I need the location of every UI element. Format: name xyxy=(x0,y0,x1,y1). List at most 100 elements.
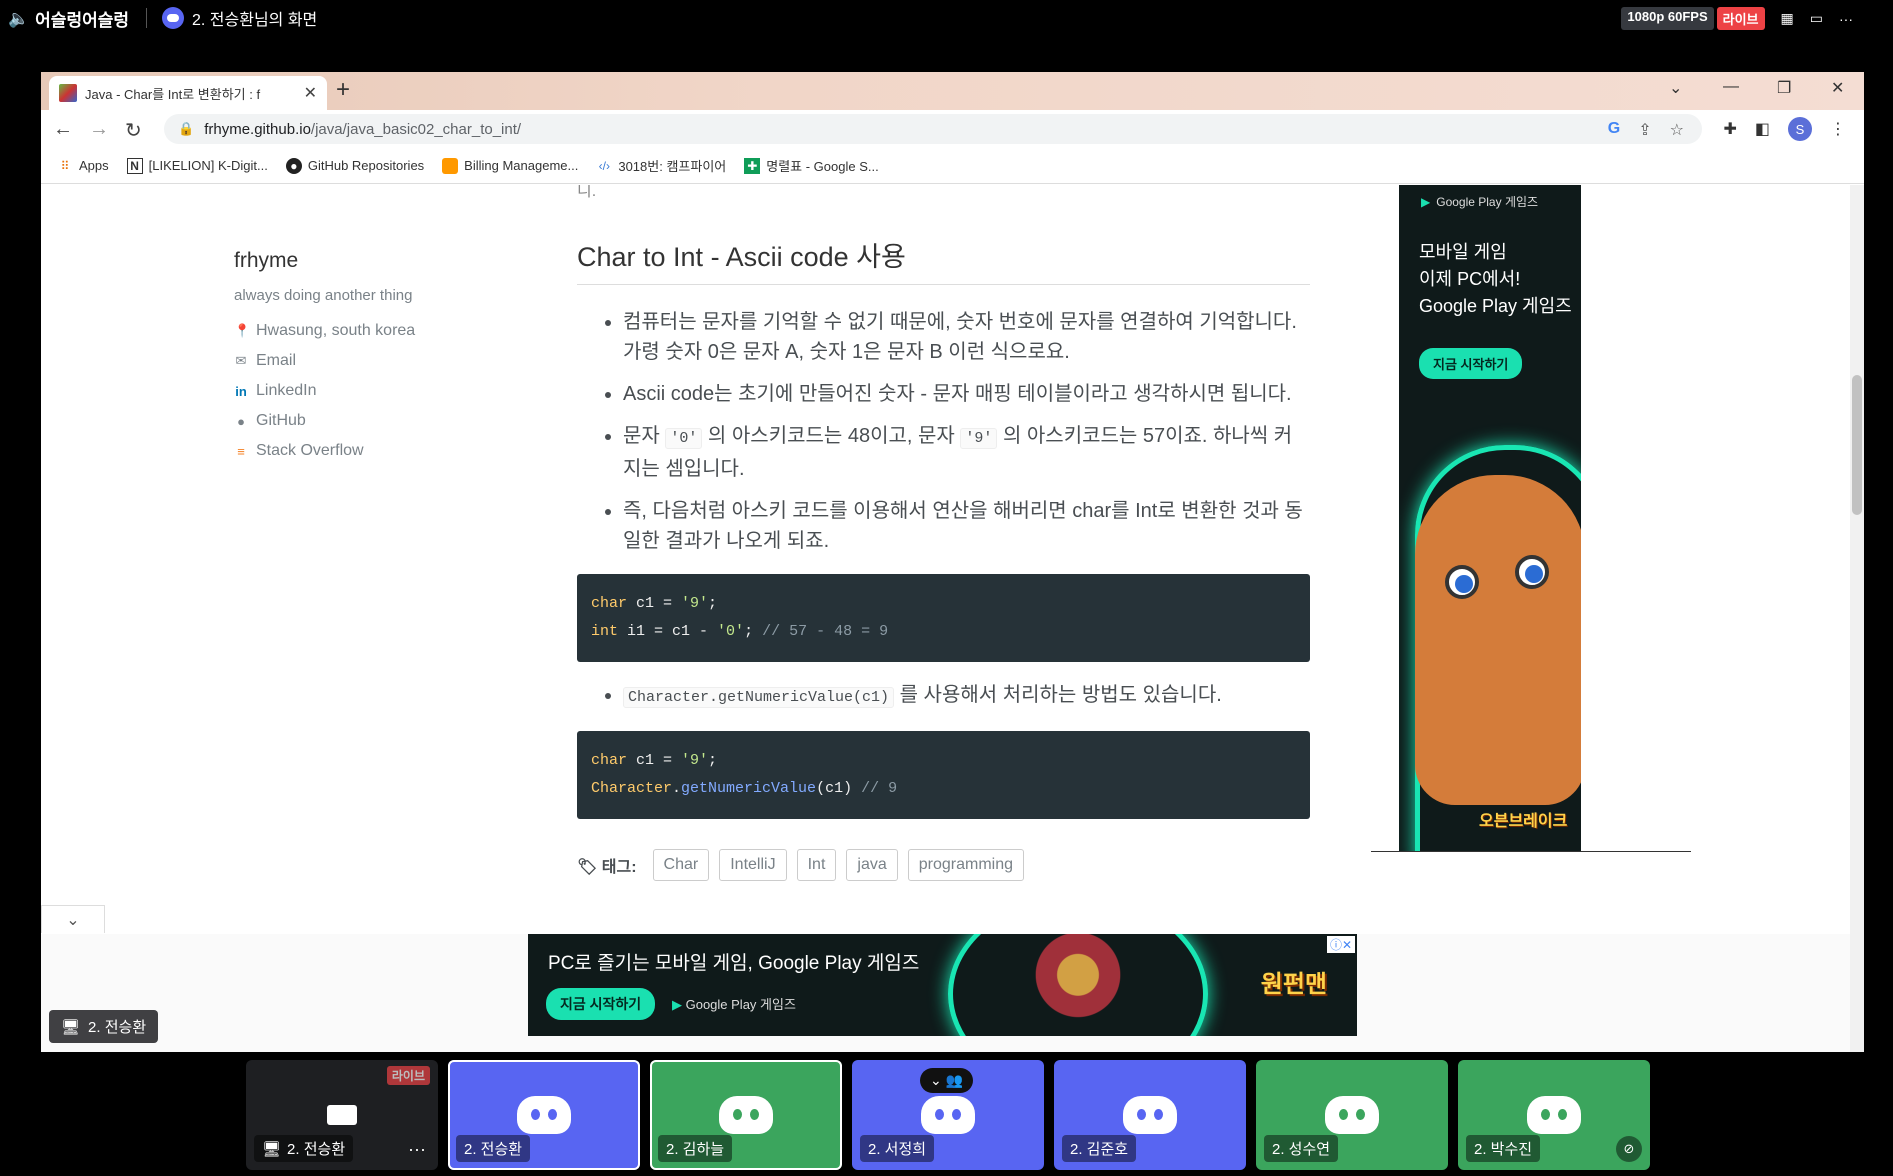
live-badge: 라이브 xyxy=(1716,7,1765,30)
list-item: 즉, 다음처럼 아스키 코드를 이용해서 연산을 해버리면 char를 Int로… xyxy=(623,496,1310,556)
discord-avatar-icon xyxy=(517,1096,571,1134)
participant-name: 🖥 2. 전승환 xyxy=(254,1135,354,1162)
collapse-ad-button[interactable]: ⌄ xyxy=(41,905,105,933)
participant-tile[interactable]: ⌄ 👥 2. 서정희 xyxy=(852,1060,1044,1170)
bookmark-sheets[interactable]: ✚ 명렬표 - Google S... xyxy=(744,156,879,175)
inline-code: '9' xyxy=(960,428,998,449)
side-panel-icon[interactable]: ◧ xyxy=(1755,119,1770,139)
discord-avatar-icon xyxy=(1123,1096,1177,1134)
bottom-ad-area: PC로 즐기는 모바일 게임, Google Play 게임즈 지금 시작하기 … xyxy=(41,934,1864,1052)
speaker-icon: 🔈 xyxy=(8,8,30,28)
participant-name: 2. 박수진 xyxy=(1466,1135,1541,1162)
participant-tile[interactable]: 2. 김준호 xyxy=(1054,1060,1246,1170)
code-block-numeric: char c1 = '9'; Character.getNumericValue… xyxy=(577,731,1310,819)
bullet-list: 컴퓨터는 문자를 기억할 수 없기 때문에, 숫자 번호에 문자를 연결하여 기… xyxy=(577,307,1310,556)
screen-title: 2. 전승환님의 화면 xyxy=(192,12,318,29)
bottom-ad-banner[interactable]: PC로 즐기는 모바일 게임, Google Play 게임즈 지금 시작하기 … xyxy=(528,934,1357,1036)
toolbar-right: ✚ ◧ S ⋮ xyxy=(1723,117,1846,141)
bookmark-likelion[interactable]: N [LIKELION] K-Digit... xyxy=(126,157,268,174)
monitor-icon: 🖥 xyxy=(61,1018,81,1036)
address-bar[interactable]: 🔒 frhyme.github.io/java/java_basic02_cha… xyxy=(164,114,1702,144)
bookmark-apps[interactable]: ⠿ Apps xyxy=(57,158,109,174)
ad-cta-button[interactable]: 지금 시작하기 xyxy=(1419,348,1523,379)
tag-link[interactable]: IntelliJ xyxy=(719,849,787,881)
google-icon[interactable]: G xyxy=(1608,120,1620,140)
more-options-icon[interactable]: ··· xyxy=(408,1139,426,1160)
forward-icon[interactable]: → xyxy=(89,118,109,141)
popout-icon[interactable]: ▭ xyxy=(1810,10,1823,27)
clipped-text: 니. xyxy=(577,185,597,200)
browser-window: Java - Char를 Int로 변환하기 : f ✕ + ⌄ — ❐ ✕ ←… xyxy=(41,72,1864,1052)
participant-tile[interactable]: 2. 성수연 xyxy=(1256,1060,1448,1170)
author-links: 📍 Hwasung, south korea ✉ Email in LinkedIn … xyxy=(234,322,494,460)
back-icon[interactable]: ← xyxy=(53,118,73,141)
ad-game-logo: 원펀맨 xyxy=(1260,971,1327,998)
discord-logo-icon xyxy=(162,7,184,29)
inline-code: '0' xyxy=(665,428,703,449)
participant-tile[interactable]: 2. 박수진 ⊘ xyxy=(1458,1060,1650,1170)
list-item: 문자 '0' 의 아스키코드는 48이고, 문자 '9' 의 아스키코드는 57… xyxy=(623,421,1310,484)
lock-icon[interactable]: 🔒 xyxy=(178,121,194,137)
play-logo-icon: ▶ xyxy=(1421,194,1431,209)
bookmark-github[interactable]: ● GitHub Repositories xyxy=(285,157,424,174)
minimize-icon[interactable]: — xyxy=(1723,78,1739,96)
list-item: Character.getNumericValue(c1) 를 사용해서 처리하… xyxy=(623,680,1310,713)
author-sidebar: frhyme always doing another thing 📍 Hwasu… xyxy=(234,249,494,472)
author-stackoverflow-link[interactable]: ≡ Stack Overflow xyxy=(234,442,494,460)
scrollbar-thumb[interactable] xyxy=(1852,375,1862,515)
tag-link[interactable]: programming xyxy=(907,849,1025,881)
participant-tiles: 라이브 🖥 2. 전승환 ··· 2. 전승환 2. 김하늘 ⌄ 👥 2. 서정희… xyxy=(246,1060,1650,1172)
ad-cta-button[interactable]: 지금 시작하기 xyxy=(546,988,656,1020)
close-tab-icon[interactable]: ✕ xyxy=(304,83,317,103)
live-badge: 라이브 xyxy=(386,1066,430,1085)
new-tab-icon[interactable]: + xyxy=(336,76,350,104)
billing-box-icon xyxy=(442,157,459,174)
participant-tile[interactable]: 2. 김하늘 xyxy=(650,1060,842,1170)
ad-choices-icon[interactable]: ⓘ✕ xyxy=(1326,936,1355,953)
tab-search-icon[interactable]: ⌄ xyxy=(1669,78,1682,98)
browser-toolbar: ← → ↻ 🔒 frhyme.github.io/java/java_basic… xyxy=(41,110,1864,148)
restore-icon[interactable]: ❐ xyxy=(1777,78,1791,98)
active-tab[interactable]: Java - Char를 Int로 변환하기 : f ✕ xyxy=(49,76,327,110)
participant-name: 2. 김준호 xyxy=(1062,1135,1137,1162)
tag-link[interactable]: java xyxy=(846,849,898,881)
participants-toggle-button[interactable]: ⌄ 👥 xyxy=(920,1068,974,1093)
profile-avatar[interactable]: S xyxy=(1788,117,1812,141)
bookmark-star-icon[interactable]: ☆ xyxy=(1670,120,1684,140)
github-icon: ● xyxy=(237,413,245,429)
tag-link[interactable]: Char xyxy=(652,849,710,881)
channel-header: 🔈 어슬렁어슬렁 xyxy=(8,6,129,31)
tab-strip: Java - Char를 Int로 변환하기 : f ✕ + ⌄ — ❐ ✕ xyxy=(41,72,1864,110)
ad-text: PC로 즐기는 모바일 게임, Google Play 게임즈 xyxy=(548,953,920,974)
close-window-icon[interactable]: ✕ xyxy=(1831,78,1844,98)
tags-row: 🏷 태그: Char IntelliJ Int java programming xyxy=(577,849,1310,881)
article-body: 니. Char to Int - Ascii code 사용 컴퓨터는 문자를 … xyxy=(577,185,1310,881)
code-icon: ‹/› xyxy=(598,158,610,173)
reload-icon[interactable]: ↻ xyxy=(125,118,142,143)
author-linkedin-link[interactable]: in LinkedIn xyxy=(234,382,494,400)
tab-favicon-icon xyxy=(59,84,77,102)
share-icon[interactable]: ⇪ xyxy=(1638,120,1651,140)
side-ad-banner[interactable]: ▶ Google Play 게임즈 모바일 게임 이제 PC에서! Google … xyxy=(1399,185,1581,852)
participant-tile-screen[interactable]: 라이브 🖥 2. 전승환 ··· xyxy=(246,1060,438,1170)
author-github-link[interactable]: ● GitHub xyxy=(234,412,494,430)
screen-share-title: 2. 전승환님의 화면 xyxy=(162,6,317,30)
discord-top-bar: 🔈 어슬렁어슬렁 2. 전승환님의 화면 1080p 60FPS 라이브 ▦ ▭… xyxy=(0,0,1893,36)
menu-icon[interactable]: ⋮ xyxy=(1830,119,1846,139)
page-scrollbar[interactable] xyxy=(1850,185,1864,1052)
author-email-link[interactable]: ✉ Email xyxy=(234,352,494,370)
bookmark-billing[interactable]: Billing Manageme... xyxy=(442,157,578,174)
grid-layout-icon[interactable]: ▦ xyxy=(1781,10,1794,27)
participant-tile[interactable]: 2. 전승환 xyxy=(448,1060,640,1170)
monitor-icon: 🖥 xyxy=(262,1140,282,1158)
tag-link[interactable]: Int xyxy=(796,849,837,881)
discord-avatar-icon xyxy=(921,1096,975,1134)
code-block-ascii: char c1 = '9'; int i1 = c1 - '0'; // 57 … xyxy=(577,574,1310,662)
divider xyxy=(146,8,147,28)
bookmark-baekjoon[interactable]: ‹/› 3018번: 캠프파이어 xyxy=(596,156,727,175)
inline-code: Character.getNumericValue(c1) xyxy=(623,687,895,708)
discord-avatar-icon xyxy=(719,1096,773,1134)
more-options-icon[interactable]: ··· xyxy=(1839,11,1853,27)
list-item: Ascii code는 초기에 만들어진 숫자 - 문자 매핑 테이블이라고 생… xyxy=(623,379,1310,409)
extensions-icon[interactable]: ✚ xyxy=(1723,119,1736,139)
